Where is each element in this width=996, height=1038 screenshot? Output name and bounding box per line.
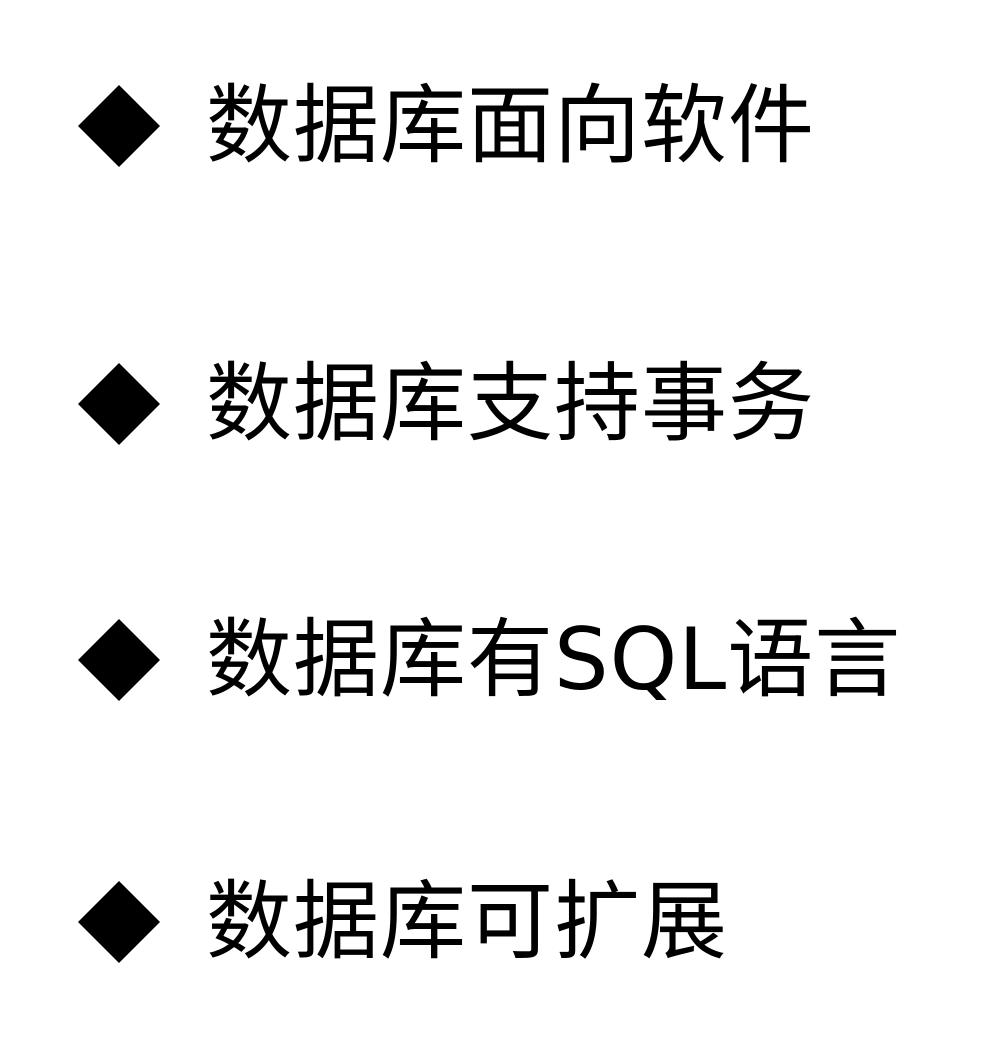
diamond-bullet-icon — [77, 84, 161, 168]
bullet-item: 数据库面向软件 — [74, 66, 815, 186]
bullet-item: 数据库支持事务 — [74, 344, 815, 464]
bullet-text: 数据库面向软件 — [206, 76, 815, 176]
bullet-text: 数据库可扩展 — [206, 872, 728, 972]
diamond-bullet-icon — [77, 618, 161, 702]
diamond-bullet-icon — [77, 362, 161, 446]
bullet-text: 数据库支持事务 — [206, 354, 815, 454]
bullet-text: 数据库有SQL语言 — [206, 610, 902, 710]
slide: 数据库面向软件 数据库支持事务 数据库有SQL语言 数据库可扩展 — [0, 0, 996, 1038]
bullet-item: 数据库可扩展 — [74, 862, 728, 982]
bullet-item: 数据库有SQL语言 — [74, 600, 901, 720]
diamond-bullet-icon — [77, 880, 161, 964]
